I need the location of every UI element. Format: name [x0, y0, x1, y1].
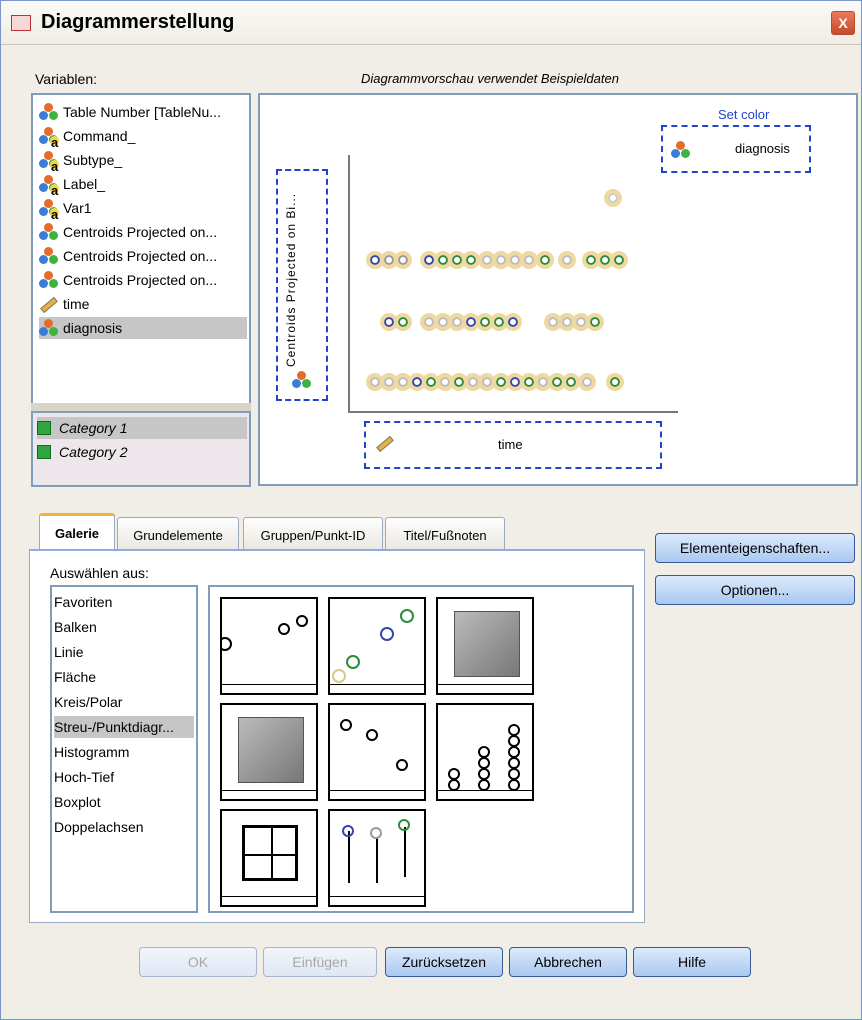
window-title: Diagrammerstellung [41, 11, 235, 33]
nominal-icon [39, 223, 59, 241]
sample-point [606, 373, 624, 391]
gallery-thumbnails [208, 585, 634, 913]
category-grid-icon [37, 421, 51, 435]
cancel-button[interactable]: Abbrechen [509, 947, 627, 977]
variable-label: Label_ [63, 176, 106, 192]
title-bar: Diagrammerstellung X [1, 1, 861, 45]
variable-label: Table Number [TableNu... [63, 104, 221, 120]
element-properties-button[interactable]: Elementeigenschaften... [655, 533, 855, 563]
variables-list[interactable]: Table Number [TableNu... a Command_ a Subtyp… [31, 93, 251, 405]
nominal-icon [39, 103, 59, 121]
chart-type-item[interactable]: Linie [54, 641, 194, 663]
chart-type-item[interactable]: Doppelachsen [54, 816, 194, 838]
gallery-thumbnail[interactable] [220, 809, 318, 907]
variable-label: Subtype_ [63, 152, 123, 168]
scale-ruler-icon [39, 295, 59, 314]
string-nominal-icon: a [39, 127, 59, 149]
sample-point [394, 313, 412, 331]
chart-type-item[interactable]: Histogramm [54, 741, 194, 763]
variable-label: Centroids Projected on... [63, 224, 218, 240]
variable-label: Var1 [63, 200, 92, 216]
close-button[interactable]: X [831, 11, 855, 35]
categories-list[interactable]: Category 1 Category 2 [31, 411, 251, 487]
x-axis-drop-zone[interactable]: time [364, 421, 662, 469]
gallery-thumbnail[interactable] [220, 703, 318, 801]
preview-caption: Diagrammvorschau verwendet Beispieldaten [361, 71, 619, 86]
variable-label: diagnosis [63, 320, 123, 336]
chart-type-item[interactable]: Boxplot [54, 791, 194, 813]
sample-point [586, 313, 604, 331]
list-item[interactable]: Category 1 [37, 417, 247, 439]
nominal-icon [39, 247, 59, 265]
gallery-pane: Auswählen aus: Favoriten Balken Linie Fläch… [29, 549, 645, 923]
sample-point [578, 373, 596, 391]
gallery-thumbnail[interactable] [328, 809, 426, 907]
choose-from-label: Auswählen aus: [50, 565, 149, 581]
list-item[interactable]: Centroids Projected on... [39, 269, 247, 291]
chart-type-item[interactable]: Hoch-Tief [54, 766, 194, 788]
chart-type-item[interactable]: Fläche [54, 666, 194, 688]
y-axis-line [348, 155, 350, 413]
chart-builder-icon [11, 15, 31, 31]
gallery-thumbnail[interactable] [436, 597, 534, 695]
help-button[interactable]: Hilfe [633, 947, 751, 977]
sample-point [610, 251, 628, 269]
chart-type-item[interactable]: Kreis/Polar [54, 691, 194, 713]
sample-point [558, 251, 576, 269]
list-item[interactable]: Centroids Projected on... [39, 245, 247, 267]
nominal-icon [39, 319, 59, 337]
category-label: Category 1 [59, 420, 128, 436]
string-nominal-icon: a [39, 175, 59, 197]
color-field-label: diagnosis [735, 141, 790, 156]
reset-button[interactable]: Zurücksetzen [385, 947, 503, 977]
variable-label: Centroids Projected on... [63, 248, 218, 264]
nominal-icon [671, 141, 691, 159]
paste-button[interactable]: Einfügen [263, 947, 377, 977]
chart-type-item[interactable]: Favoriten [54, 591, 194, 613]
nominal-icon [39, 271, 59, 289]
list-item[interactable]: Table Number [TableNu... [39, 101, 247, 123]
sample-point [604, 189, 622, 207]
y-axis-field-label: Centroids Projected on Bi... [284, 192, 298, 367]
ok-button[interactable]: OK [139, 947, 257, 977]
chart-type-item[interactable]: Balken [54, 616, 194, 638]
gallery-thumbnail[interactable] [220, 597, 318, 695]
gallery-thumbnail[interactable] [328, 597, 426, 695]
chart-preview-canvas[interactable]: Set color diagnosis Centroids Projected … [258, 93, 858, 486]
set-color-label: Set color [718, 107, 770, 122]
splitter-handle[interactable] [31, 403, 251, 411]
nominal-icon [292, 371, 312, 389]
scale-ruler-icon [376, 435, 394, 453]
list-item[interactable]: a Subtype_ [39, 149, 247, 173]
tab-galerie[interactable]: Galerie [39, 513, 115, 553]
sample-point [536, 251, 554, 269]
list-item[interactable]: a Var1 [39, 197, 247, 221]
category-grid-icon [37, 445, 51, 459]
variable-label: Centroids Projected on... [63, 272, 218, 288]
options-button[interactable]: Optionen... [655, 575, 855, 605]
chart-type-list[interactable]: Favoriten Balken Linie Fläche Kreis/Polar Str… [50, 585, 198, 913]
list-item[interactable]: diagnosis [39, 317, 247, 339]
chart-type-item[interactable]: Streu-/Punktdiagr... [54, 716, 194, 738]
gallery-thumbnail[interactable] [436, 703, 534, 801]
list-item[interactable]: Centroids Projected on... [39, 221, 247, 243]
x-axis-line [348, 411, 678, 413]
list-item[interactable]: Category 2 [37, 441, 127, 463]
list-item[interactable]: a Command_ [39, 125, 247, 149]
x-axis-field-label: time [498, 437, 523, 452]
string-nominal-icon: a [39, 151, 59, 173]
variable-label: time [63, 296, 90, 312]
variable-label: Command_ [63, 128, 136, 144]
chart-builder-dialog: Diagrammerstellung X Variablen: Diagramm… [0, 0, 862, 1020]
sample-point [504, 313, 522, 331]
variables-label: Variablen: [35, 71, 98, 87]
gallery-thumbnail[interactable] [328, 703, 426, 801]
category-label: Category 2 [59, 444, 128, 460]
list-item[interactable]: time [39, 293, 247, 315]
y-axis-drop-zone[interactable]: Centroids Projected on Bi... [276, 169, 328, 401]
color-drop-zone[interactable]: diagnosis [661, 125, 811, 173]
list-item[interactable]: a Label_ [39, 173, 247, 197]
sample-point [394, 251, 412, 269]
string-nominal-icon: a [39, 199, 59, 221]
